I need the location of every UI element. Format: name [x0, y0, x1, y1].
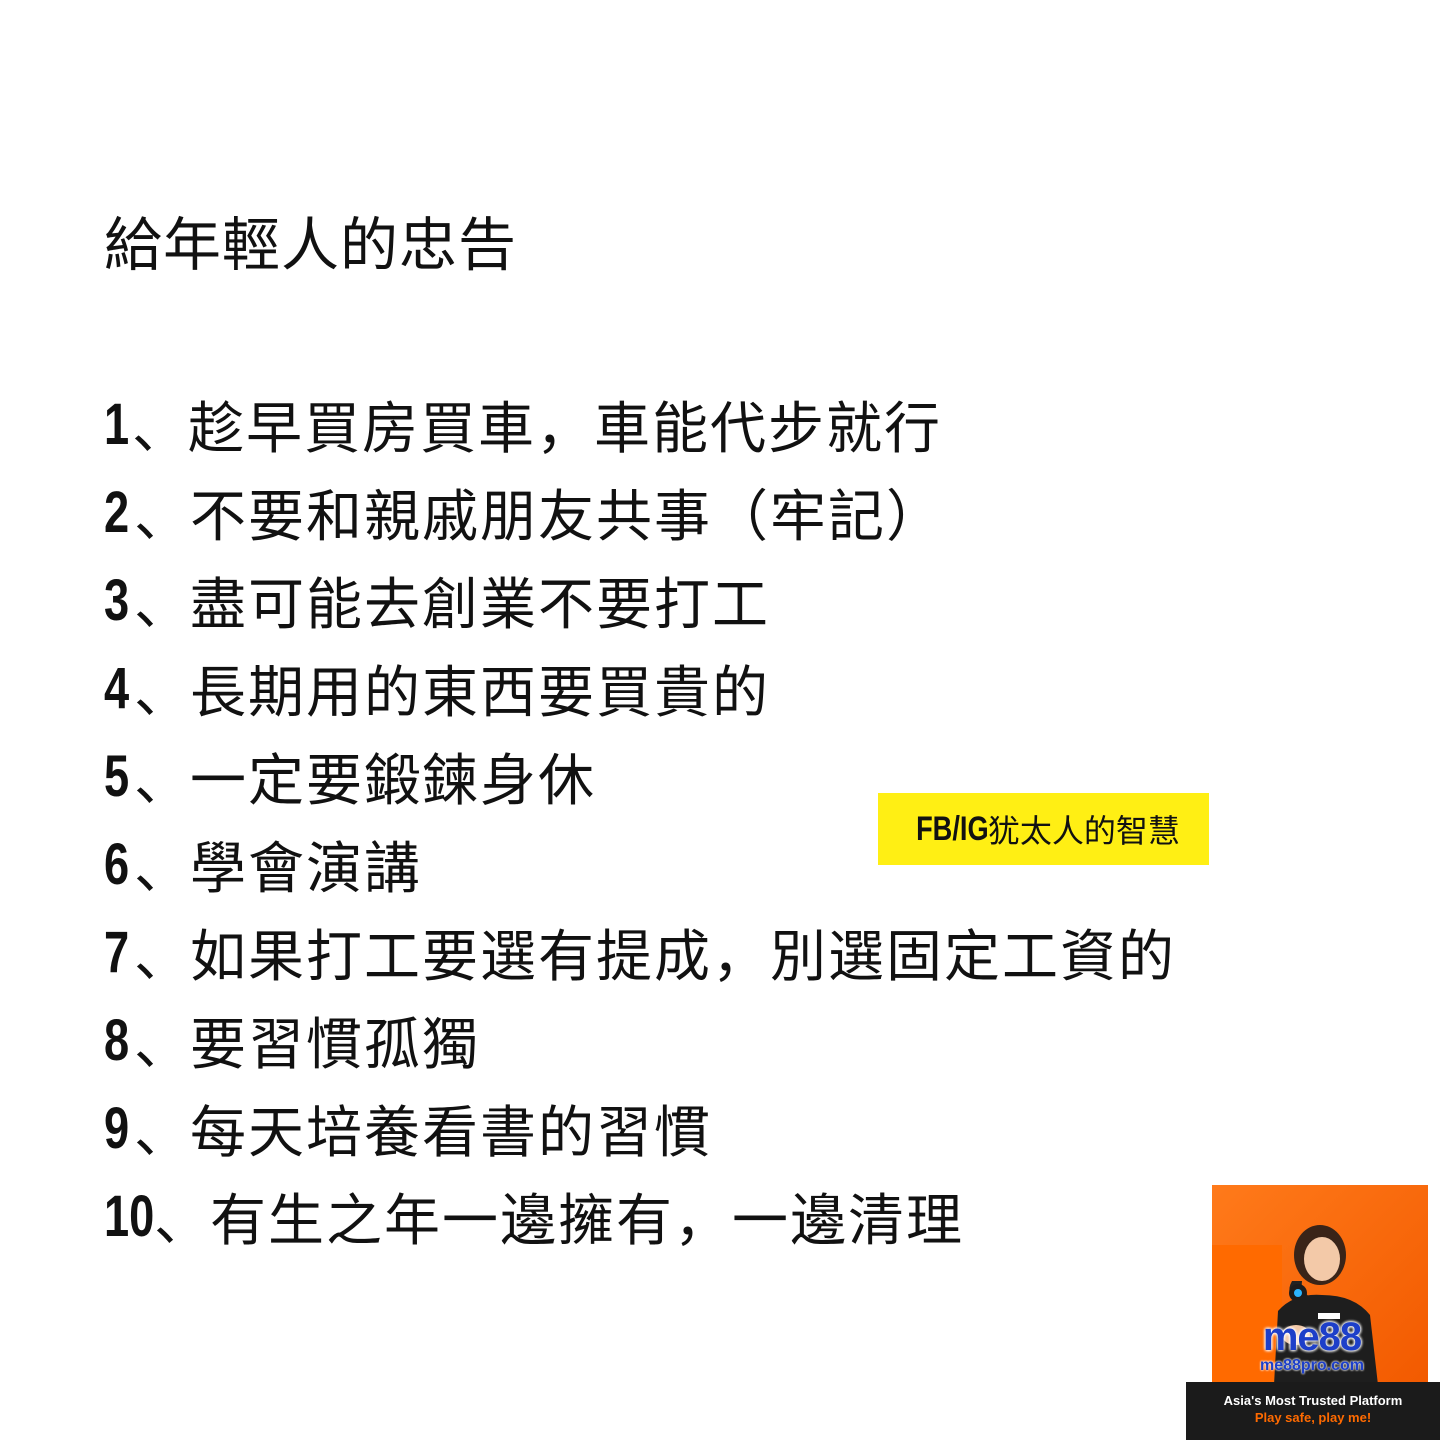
list-item: 9、每天培養看書的習慣 [104, 1084, 1176, 1172]
ad-logo: me88 me88pro.com [1242, 1317, 1382, 1387]
ad-tagline: Asia's Most Trusted Platform [1223, 1393, 1403, 1408]
item-number: 2 [104, 479, 130, 545]
ad-slogan: Play safe, play me! [1254, 1410, 1372, 1425]
item-number: 4 [104, 655, 130, 721]
list-item: 10、有生之年一邊擁有，一邊清理 [104, 1172, 1176, 1260]
source-tag-prefix: FB/IG [916, 809, 989, 848]
item-number: 6 [104, 831, 130, 897]
item-number: 1 [104, 391, 130, 457]
list-item: 7、如果打工要選有提成，別選固定工資的 [104, 908, 1176, 996]
item-separator: 、 [134, 748, 190, 814]
item-separator: 、 [134, 924, 190, 990]
item-text: 盡可能去創業不要打工 [190, 572, 770, 638]
ad-caption-bar: Asia's Most Trusted Platform Play safe, … [1186, 1382, 1440, 1440]
list-item: 2、不要和親戚朋友共事（牢記） [104, 468, 1176, 556]
ad-logo-text: me88 [1262, 1315, 1362, 1359]
item-text: 每天培養看書的習慣 [190, 1100, 712, 1166]
item-number: 7 [104, 919, 130, 985]
ad-banner[interactable]: me88 me88pro.com Asia's Most Trusted Pla… [1186, 1185, 1440, 1440]
item-number: 3 [104, 567, 130, 633]
ad-site-text: me88pro.com [1259, 1357, 1365, 1374]
item-number: 8 [104, 1007, 130, 1073]
item-text: 學會演講 [190, 836, 422, 902]
item-number: 10 [104, 1183, 155, 1249]
page-title: 給年輕人的忠告 [104, 211, 518, 279]
item-separator: 、 [132, 396, 188, 462]
item-separator: 、 [154, 1188, 210, 1254]
item-separator: 、 [134, 836, 190, 902]
item-text: 趁早買房買車，車能代步就行 [188, 396, 942, 462]
item-separator: 、 [134, 572, 190, 638]
item-number: 5 [104, 743, 130, 809]
source-tag: FB/IG 犹太人的智慧 [878, 793, 1209, 865]
item-number: 9 [104, 1095, 130, 1161]
item-text: 要習慣孤獨 [190, 1012, 480, 1078]
item-separator: 、 [134, 1012, 190, 1078]
item-separator: 、 [134, 1100, 190, 1166]
item-text: 不要和親戚朋友共事（牢記） [190, 484, 944, 550]
item-text: 一定要鍛鍊身休 [190, 748, 596, 814]
list-item: 3、盡可能去創業不要打工 [104, 556, 1176, 644]
item-text: 如果打工要選有提成，別選固定工資的 [190, 924, 1176, 990]
list-item: 8、要習慣孤獨 [104, 996, 1176, 1084]
item-separator: 、 [134, 484, 190, 550]
item-text: 有生之年一邊擁有，一邊清理 [210, 1188, 964, 1254]
item-text: 長期用的東西要買貴的 [190, 660, 770, 726]
source-tag-name: 犹太人的智慧 [987, 812, 1180, 850]
list-item: 1、趁早買房買車，車能代步就行 [104, 380, 1176, 468]
item-separator: 、 [134, 660, 190, 726]
list-item: 4、長期用的東西要買貴的 [104, 644, 1176, 732]
